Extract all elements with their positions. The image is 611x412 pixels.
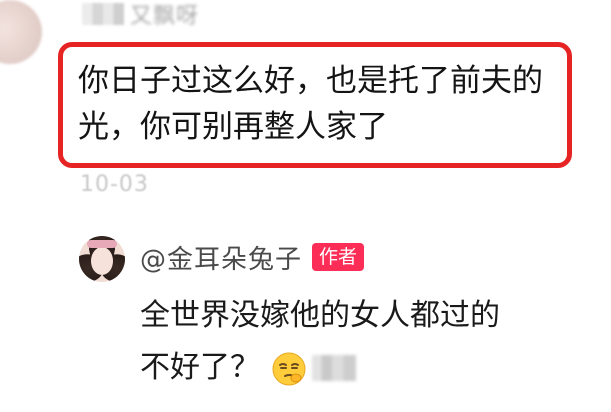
avatar-bow [87,240,117,248]
smirk-emoji-icon [272,351,306,386]
comment-date: 10-03 [80,172,149,197]
author-username[interactable]: @金耳朵兔子 [140,239,302,276]
mosaic-censor [82,3,124,25]
commenter-name-area[interactable]: 又飘呀 [82,0,199,30]
author-badge: 作者 [312,243,365,271]
author-avatar[interactable] [79,236,125,282]
commenter-avatar[interactable] [0,0,42,64]
reply-text: 全世界没嫁他的女人都过的 不好了？ [140,290,600,394]
commenter-username[interactable]: 又飘呀 [130,0,199,30]
reply-text-line2-row: 不好了？ [140,342,600,394]
reply-text-line2: 不好了？ [140,350,260,385]
reply-text-line1: 全世界没嫁他的女人都过的 [140,298,500,333]
reply-header: @金耳朵兔子 作者 [140,239,365,276]
mosaic-censor [312,355,356,381]
comment-thread: 又飘呀 你日子过这么好，也是托了前夫的光，你可别再整人家了 10-03 @金耳朵… [0,0,611,412]
comment-text: 你日子过这么好，也是托了前夫的光，你可别再整人家了 [78,63,543,145]
avatar-face [91,247,113,275]
